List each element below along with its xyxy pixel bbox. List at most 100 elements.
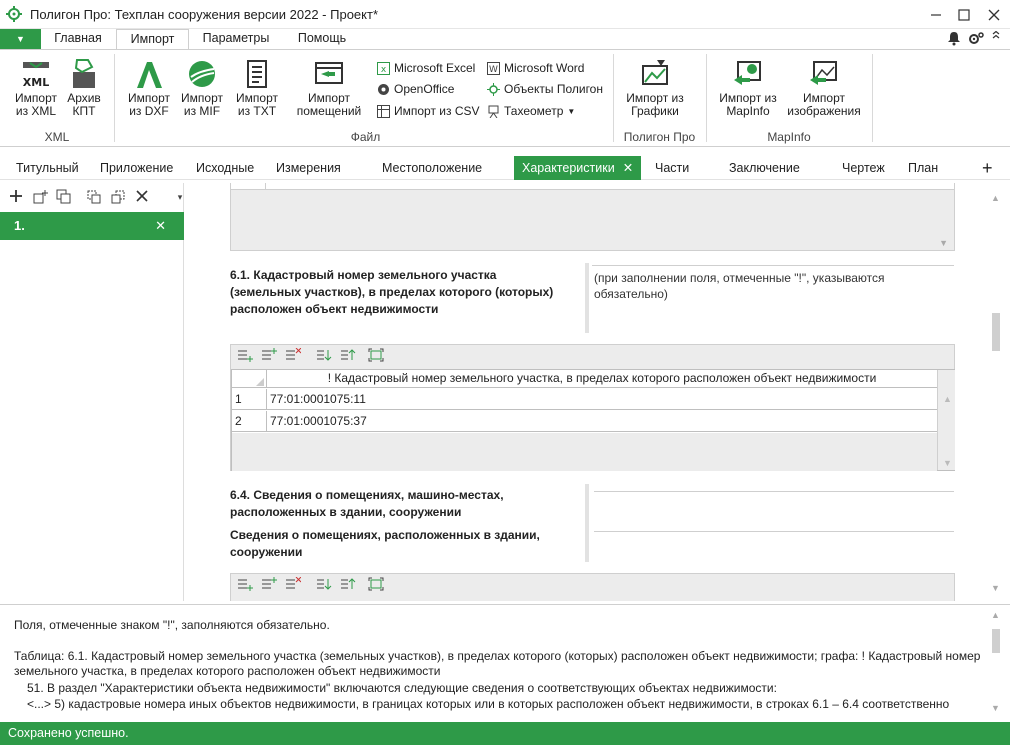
import-rooms-button[interactable]: Импорт помещений xyxy=(290,58,368,118)
import-csv-button[interactable]: Импорт из CSV xyxy=(377,103,480,119)
table-row[interactable]: 1 77:01:0001075:11 xyxy=(232,389,937,410)
table-row[interactable]: 2 77:01:0001075:37 xyxy=(232,411,937,432)
insert-row-icon[interactable] xyxy=(260,577,278,593)
import-image-button[interactable]: Импорт изображения xyxy=(786,58,862,118)
xml-icon: XML xyxy=(23,62,49,89)
tab-home[interactable]: Главная xyxy=(43,29,113,49)
grafika-icon xyxy=(642,60,668,85)
import-xml-button[interactable]: XML Импорт из XML xyxy=(10,58,62,118)
delete-row-icon[interactable] xyxy=(284,347,302,364)
scroll-up-arrow[interactable]: ▲ xyxy=(991,610,1000,620)
tab-help[interactable]: Помощь xyxy=(283,29,361,49)
previous-section-box: ▼ xyxy=(230,183,955,251)
scrollbar-thumb[interactable] xyxy=(992,313,1000,351)
tab-source[interactable]: Исходные xyxy=(196,156,254,180)
tab-import[interactable]: Импорт xyxy=(116,29,189,50)
tab-conclusion[interactable]: Заключение xyxy=(729,156,800,180)
scroll-down-arrow[interactable]: ▼ xyxy=(939,238,948,248)
txt-icon xyxy=(247,60,267,88)
move-row-down-icon[interactable] xyxy=(315,577,333,593)
info-scrollbar[interactable]: ▲ ▼ xyxy=(989,607,1003,719)
item-close-icon[interactable]: ✕ xyxy=(155,212,166,240)
left-panel: ▾ 1. ✕ xyxy=(0,183,184,601)
rooms-table-container xyxy=(230,573,955,601)
polygon-objects-button[interactable]: Объекты Полигон xyxy=(487,81,603,97)
import-grafika-button[interactable]: Импорт из Графики xyxy=(620,58,690,118)
openoffice-button[interactable]: OpenOffice xyxy=(377,81,454,97)
window-title: Полигон Про: Техплан сооружения версии 2… xyxy=(30,7,379,22)
import-mapinfo-button[interactable]: Импорт из MapInfo xyxy=(713,58,783,118)
import-dxf-button[interactable]: Импорт из DXF xyxy=(124,58,174,118)
tab-parts[interactable]: Части xyxy=(655,156,689,180)
settings-icon[interactable] xyxy=(968,31,984,49)
table-container: ! Кадастровый номер земельного участка, … xyxy=(230,344,955,471)
tab-title[interactable]: Титульный xyxy=(16,156,79,180)
info-pane: Поля, отмеченные знаком "!", заполняются… xyxy=(0,604,1010,722)
close-button[interactable] xyxy=(980,0,1008,29)
group-separator xyxy=(613,54,614,142)
table-scroll-down-arrow[interactable]: ▼ xyxy=(943,458,952,468)
ms-excel-button[interactable]: x Microsoft Excel xyxy=(377,60,475,76)
move-row-up-icon[interactable] xyxy=(339,348,357,364)
tab-appendix[interactable]: Приложение xyxy=(100,156,173,180)
group-separator xyxy=(706,54,707,142)
cadastral-number-cell[interactable]: 77:01:0001075:37 xyxy=(270,411,367,431)
tab-characteristics[interactable]: Характеристики ✕ xyxy=(514,156,642,180)
polygon-objects-icon xyxy=(487,82,500,96)
duplicate-icon[interactable] xyxy=(86,189,102,205)
bell-icon[interactable] xyxy=(947,31,961,49)
minimize-button[interactable] xyxy=(922,0,950,29)
ribbon-tabs: ▼ Главная Импорт Параметры Помощь xyxy=(0,29,1010,50)
group-separator xyxy=(114,54,115,142)
group-separator xyxy=(872,54,873,142)
scroll-down-arrow[interactable]: ▼ xyxy=(991,703,1000,713)
insert-row-icon[interactable] xyxy=(260,348,278,364)
add-row-icon[interactable] xyxy=(236,577,254,593)
section-6-1-title: 6.1. Кадастровый номер земельного участк… xyxy=(230,268,554,316)
tab-parameters[interactable]: Параметры xyxy=(192,29,280,49)
rooms-icon xyxy=(315,62,343,84)
field-divider xyxy=(585,484,589,562)
archive-kpt-button[interactable]: Архив КПТ xyxy=(63,58,105,118)
word-icon: W xyxy=(487,61,500,75)
delete-row-icon[interactable] xyxy=(284,576,302,593)
cadastral-number-cell[interactable]: 77:01:0001075:11 xyxy=(270,389,366,409)
app-icon xyxy=(6,6,22,22)
main-scrollbar[interactable]: ▲ ▼ xyxy=(989,183,1003,601)
ms-word-button[interactable]: W Microsoft Word xyxy=(487,60,584,76)
add-icon[interactable] xyxy=(8,189,24,205)
add-child-icon[interactable] xyxy=(32,189,48,205)
table-header-row: ! Кадастровый номер земельного участка, … xyxy=(232,370,937,388)
move-row-down-icon[interactable] xyxy=(315,348,333,364)
scroll-down-arrow[interactable]: ▼ xyxy=(991,583,1000,593)
tab-measurements[interactable]: Измерения xyxy=(276,156,341,180)
fit-table-icon[interactable] xyxy=(367,348,385,364)
tacheometer-button[interactable]: Тахеометр ▼ xyxy=(487,103,575,119)
file-menu-button[interactable]: ▼ xyxy=(0,29,41,49)
add-row-icon[interactable] xyxy=(236,348,254,364)
panel-menu-icon[interactable]: ▾ xyxy=(172,189,188,205)
table-scroll-up-arrow[interactable]: ▲ xyxy=(943,394,952,404)
scroll-up-arrow[interactable]: ▲ xyxy=(991,193,1000,203)
mapinfo-icon xyxy=(734,61,761,85)
info-table-description: Таблица: 6.1. Кадастровый номер земельно… xyxy=(14,649,981,663)
scrollbar-thumb[interactable] xyxy=(992,629,1000,653)
tab-drawing[interactable]: Чертеж xyxy=(842,156,885,180)
tab-location[interactable]: Местоположение xyxy=(382,156,482,180)
table-scrollbar[interactable]: ▲ ▼ xyxy=(937,370,955,470)
add-tab-icon[interactable]: + xyxy=(982,156,993,180)
tacheometer-icon xyxy=(488,105,499,118)
fit-table-icon[interactable] xyxy=(367,577,385,593)
tab-plan[interactable]: План xyxy=(908,156,938,180)
chevron-icon[interactable] xyxy=(991,30,1001,46)
import-txt-button[interactable]: Импорт из TXT xyxy=(230,58,284,118)
import-mif-button[interactable]: Импорт из MIF xyxy=(177,58,227,118)
move-icon[interactable] xyxy=(110,189,126,205)
tab-close-icon[interactable]: ✕ xyxy=(623,161,633,175)
tree-item-selected[interactable]: 1. ✕ xyxy=(0,212,184,240)
maximize-button[interactable] xyxy=(950,0,978,29)
copy-item-icon[interactable] xyxy=(56,189,72,205)
move-row-up-icon[interactable] xyxy=(339,577,357,593)
main-content: ▼ 6.1. Кадастровый номер земельного учас… xyxy=(188,183,988,601)
delete-icon[interactable] xyxy=(134,189,150,205)
